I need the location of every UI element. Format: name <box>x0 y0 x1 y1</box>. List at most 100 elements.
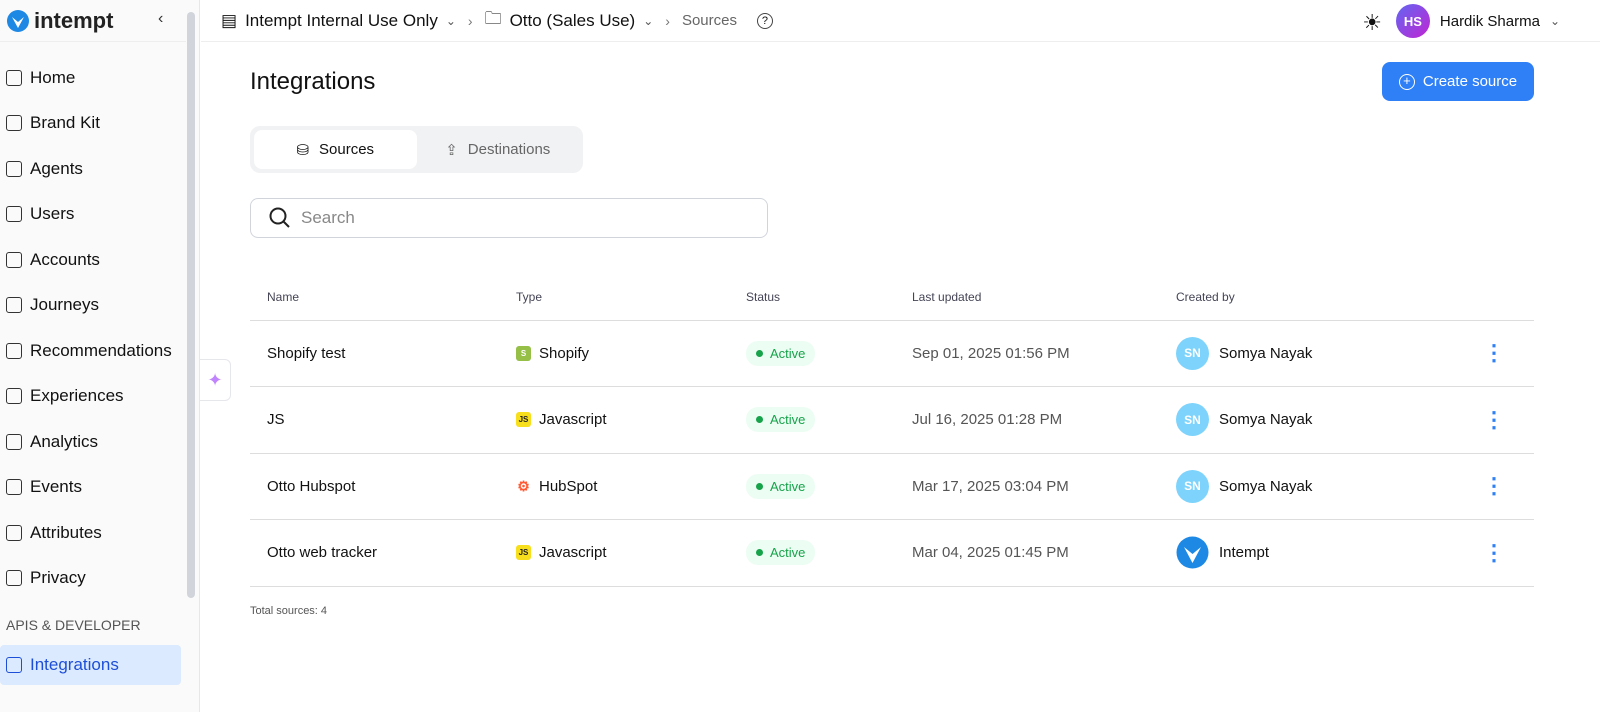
sidebar: intempt ‹ Home Brand Kit Agents Users Accoun… <box>0 0 200 712</box>
sidebar-item-accounts[interactable]: Accounts <box>0 237 199 283</box>
sidebar-item-recommendations[interactable]: Recommendations <box>0 328 199 374</box>
sidebar-item-journeys[interactable]: Journeys <box>0 283 199 329</box>
type-label: Javascript <box>539 544 607 562</box>
status-dot-icon <box>756 482 763 490</box>
theme-toggle-icon[interactable]: ☀ <box>1362 10 1382 36</box>
status-badge: Active <box>746 340 816 366</box>
col-last-updated: Last updated <box>912 274 1176 321</box>
tab-sources[interactable]: ⛁ Sources <box>254 130 417 169</box>
source-name[interactable]: Shopify test <box>250 320 516 387</box>
sidebar-item-events[interactable]: Events <box>0 465 199 511</box>
table-row[interactable]: Otto Hubspot ⚙ HubSpot Active Mar 17, 202… <box>250 453 1534 520</box>
sidebar-item-agents[interactable]: Agents <box>0 146 199 192</box>
chevron-right-icon: › <box>467 12 473 29</box>
puzzle-icon <box>6 657 22 673</box>
sidebar-item-label: Agents <box>30 158 83 178</box>
tab-label: Destinations <box>467 141 551 158</box>
brand-name: intempt <box>34 7 114 33</box>
type-label: Shopify <box>539 344 590 362</box>
tab-destinations[interactable]: ⇪ Destinations <box>417 130 580 169</box>
source-type: JS Javascript <box>516 544 746 561</box>
col-name: Name <box>250 274 516 321</box>
source-name[interactable]: Otto Hubspot <box>250 453 516 520</box>
avatar: SN <box>1176 469 1209 503</box>
created-by: SN Somya Nayak <box>1176 403 1454 437</box>
building-icon: ▤ <box>221 10 238 30</box>
col-actions <box>1454 274 1534 321</box>
project-switcher[interactable]: 🗀 Otto (Sales Use) ⌄ <box>485 6 654 35</box>
recommendations-icon <box>6 342 22 359</box>
project-name: Otto (Sales Use) <box>509 10 636 30</box>
page-title: Integrations <box>250 68 376 95</box>
source-type: ⚙ HubSpot <box>516 478 746 495</box>
sidebar-item-label: Recommendations <box>30 340 172 360</box>
status-label: Active <box>770 412 806 428</box>
ai-sparkle-button[interactable]: ✦ <box>199 359 231 401</box>
users-icon <box>6 206 22 223</box>
more-options-icon[interactable]: ⋮ <box>1454 386 1534 454</box>
more-options-icon[interactable]: ⋮ <box>1454 453 1534 520</box>
chevron-down-icon: ⌄ <box>1549 14 1560 28</box>
search-box <box>250 198 768 238</box>
sidebar-item-analytics[interactable]: Analytics <box>0 419 199 465</box>
status-label: Active <box>770 478 806 494</box>
chevron-down-icon: ⌄ <box>643 13 654 28</box>
col-status: Status <box>746 274 912 321</box>
created-by: Intempt <box>1176 536 1454 569</box>
database-icon: ⛁ <box>296 141 310 159</box>
table-row[interactable]: Otto web tracker JS Javascript Active Mar… <box>250 519 1534 587</box>
sources-table: Name Type Status Last updated Created by… <box>250 274 1534 587</box>
tabs: ⛁ Sources ⇪ Destinations <box>250 126 583 173</box>
chevron-right-icon: › <box>665 12 670 29</box>
more-options-icon[interactable]: ⋮ <box>1454 519 1534 587</box>
sidebar-item-brand-kit[interactable]: Brand Kit <box>0 101 199 147</box>
user-name: Hardik Sharma <box>1439 12 1540 30</box>
more-options-icon[interactable]: ⋮ <box>1454 320 1534 387</box>
status-badge: Active <box>746 473 816 499</box>
javascript-icon: JS <box>516 545 531 561</box>
status-dot-icon <box>756 416 763 424</box>
sidebar-item-privacy[interactable]: Privacy <box>0 556 199 602</box>
sidebar-item-experiences[interactable]: Experiences <box>0 374 199 420</box>
sidebar-scrollbar[interactable] <box>187 12 195 598</box>
source-name[interactable]: Otto web tracker <box>250 519 516 587</box>
creator-name: Somya Nayak <box>1219 477 1313 495</box>
sidebar-item-integrations[interactable]: Integrations <box>0 645 181 685</box>
creator-name: Intempt <box>1219 544 1270 562</box>
collapse-sidebar-icon[interactable]: ‹ <box>158 10 163 28</box>
attributes-icon <box>6 524 22 541</box>
source-name[interactable]: JS <box>250 386 516 454</box>
search-icon <box>269 207 290 228</box>
create-source-button[interactable]: + Create source <box>1382 62 1534 101</box>
topbar: ▤ Intempt Internal Use Only ⌄ › 🗀 Otto (Sal… <box>201 0 1600 42</box>
analytics-icon <box>6 433 22 450</box>
user-menu[interactable]: HS Hardik Sharma ⌄ <box>1395 4 1560 38</box>
sidebar-item-label: Attributes <box>30 522 102 542</box>
status-dot-icon <box>756 549 763 557</box>
status-label: Active <box>770 345 806 361</box>
journeys-icon <box>6 297 22 314</box>
table-row[interactable]: JS JS Javascript Active Jul 16, 2025 01:2… <box>250 386 1534 454</box>
search-input[interactable] <box>301 208 721 228</box>
org-switcher[interactable]: ▤ Intempt Internal Use Only ⌄ <box>221 11 456 31</box>
last-updated: Mar 04, 2025 01:45 PM <box>912 519 1176 587</box>
last-updated: Mar 17, 2025 03:04 PM <box>912 453 1176 520</box>
sidebar-item-label: Events <box>30 477 82 497</box>
status-label: Active <box>770 545 806 561</box>
folder-icon: 🗀 <box>484 9 502 28</box>
sidebar-item-users[interactable]: Users <box>0 192 199 238</box>
sidebar-item-attributes[interactable]: Attributes <box>0 510 199 556</box>
sidebar-item-label: Brand Kit <box>30 113 100 133</box>
sidebar-item-label: Experiences <box>30 386 124 406</box>
total-sources: Total sources: 4 <box>250 605 328 617</box>
avatar: SN <box>1176 336 1209 370</box>
breadcrumb-current: Sources <box>681 12 737 29</box>
sidebar-item-label: Privacy <box>30 568 86 588</box>
create-source-label: Create source <box>1422 73 1518 90</box>
sidebar-item-home[interactable]: Home <box>0 55 199 101</box>
table-row[interactable]: Shopify test S Shopify Active Sep 01, 202… <box>250 320 1534 387</box>
chevron-down-icon: ⌄ <box>445 13 456 28</box>
upload-icon: ⇪ <box>445 141 458 159</box>
help-icon[interactable]: ? <box>756 12 773 29</box>
col-type: Type <box>516 274 746 321</box>
